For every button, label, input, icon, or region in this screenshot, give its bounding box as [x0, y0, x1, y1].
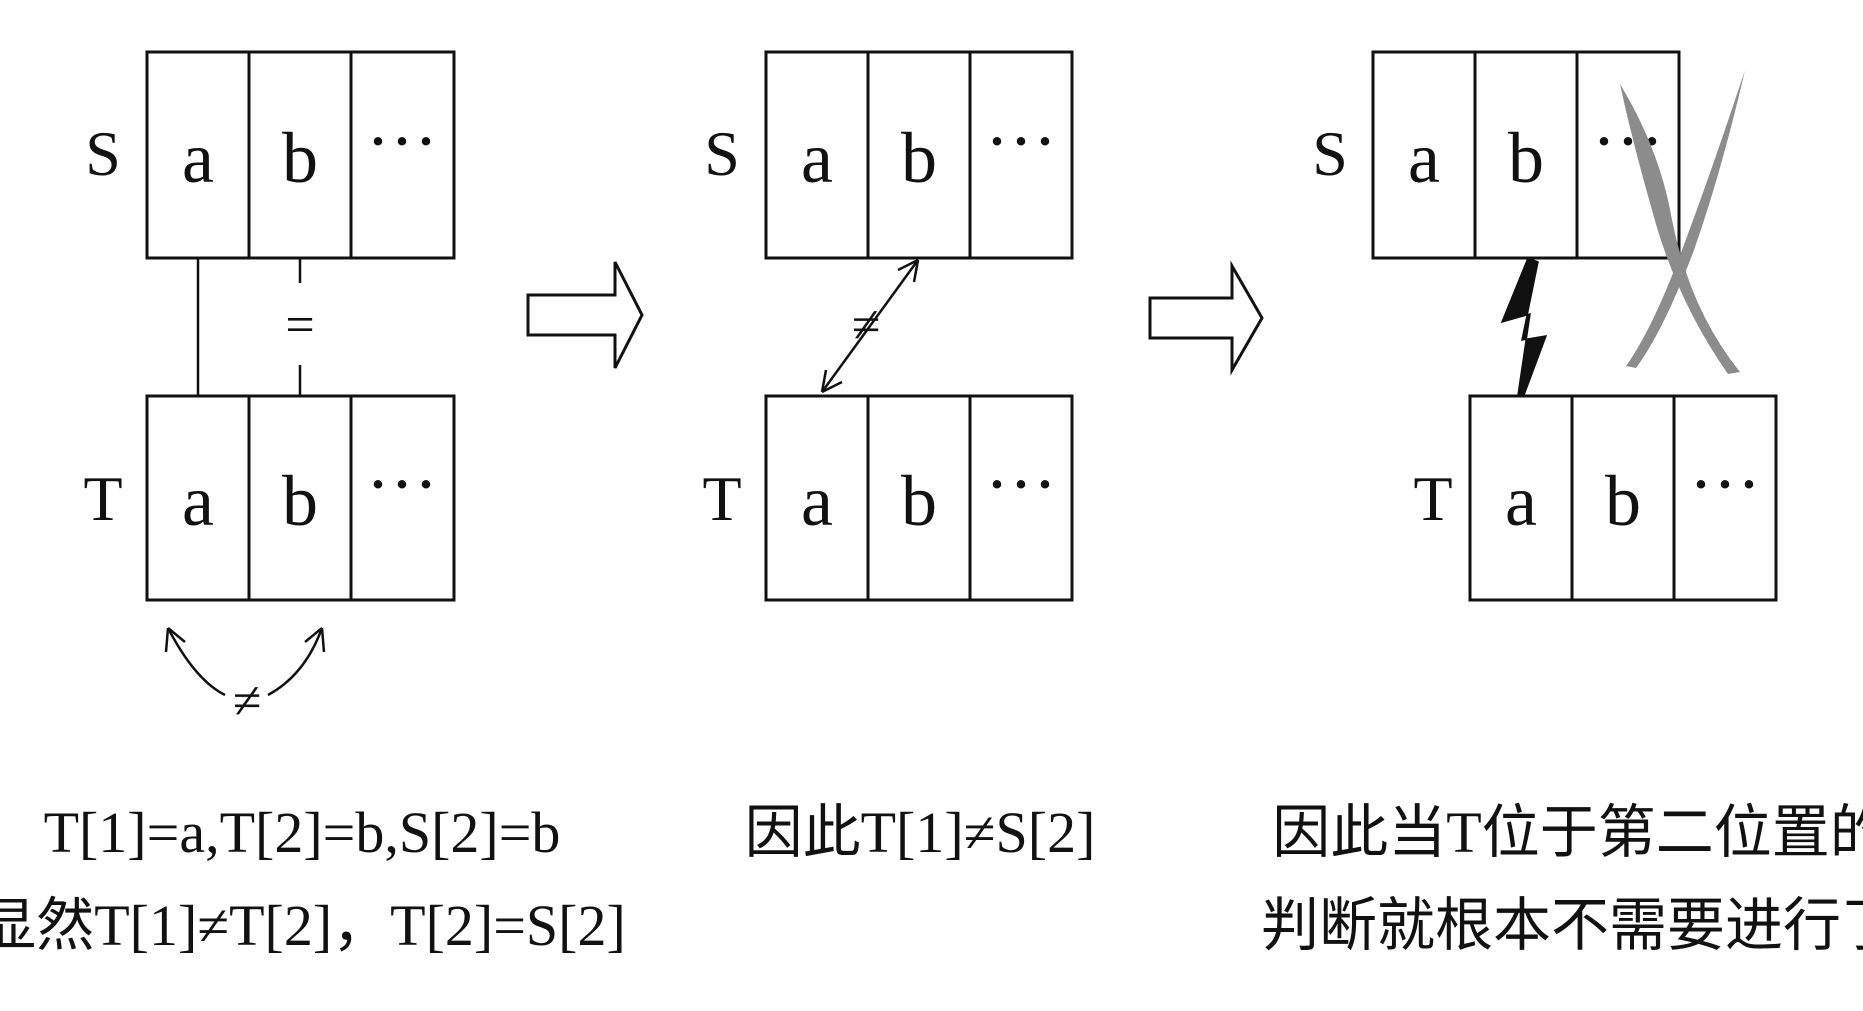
- t-row-label: T: [702, 463, 741, 534]
- s-string-boxes: a b ···: [145, 50, 456, 260]
- t-cell-2-text: b: [1605, 461, 1641, 541]
- s-cell-1-text: a: [1408, 118, 1440, 198]
- s-cell-3-text: ···: [985, 101, 1057, 181]
- panel-1: S T a b ··· a b ··· = ≠ T[1]=a,T[2]=b,S[…: [0, 50, 626, 958]
- caption-line-1: 因此当T位于第二位置的: [1272, 800, 1863, 865]
- s-row-label: S: [85, 118, 121, 189]
- caption-line-1: T[1]=a,T[2]=b,S[2]=b: [44, 800, 561, 865]
- t-string-boxes: a b ···: [1468, 394, 1778, 602]
- caption-line-2: 显然T[1]≠T[2]，T[2]=S[2]: [0, 893, 626, 958]
- next-step-arrow-2: [1148, 260, 1264, 376]
- s-string-boxes: a b ···: [764, 50, 1074, 260]
- t-cell-2-text: b: [282, 461, 318, 541]
- s-cell-3-text: ···: [366, 101, 438, 181]
- t-cell-1-text: a: [1505, 461, 1537, 541]
- s-row-label: S: [704, 118, 740, 189]
- s-row-label: S: [1312, 118, 1348, 189]
- t-cell-2-text: b: [901, 461, 937, 541]
- t-cell-1-text: a: [801, 461, 833, 541]
- neq-sign: ≠: [233, 673, 262, 730]
- t-string-boxes: a b ···: [145, 394, 456, 602]
- t-row-label: T: [1413, 463, 1452, 534]
- kmp-diagram: S T a b ··· a b ··· = ≠ T[1]=a,T[2]=b,S[…: [0, 50, 1863, 958]
- t-cell-3-text: ···: [1689, 444, 1761, 524]
- lightning-bolt-icon: [1500, 257, 1548, 396]
- s-cell-2-text: b: [1508, 118, 1544, 198]
- equal-sign: =: [285, 297, 314, 354]
- neq-sign: ≠: [852, 297, 881, 354]
- panel-3: S T a b ··· a b ··· 因此当T位于第二位置的 判断就根本不需要…: [1261, 50, 1863, 958]
- t-cell-1-text: a: [182, 461, 214, 541]
- panel-2: S T a b ··· a b ··· ≠ 因此T[1]≠S[2]: [702, 50, 1096, 865]
- neq-curve-right: [267, 627, 324, 697]
- caption-line-2: 判断就根本不需要进行了: [1261, 893, 1863, 958]
- s-cell-1-text: a: [182, 118, 214, 198]
- t-cell-3-text: ···: [985, 444, 1057, 524]
- t-row-label: T: [83, 463, 122, 534]
- s-cell-1-text: a: [801, 118, 833, 198]
- t-string-boxes: a b ···: [764, 394, 1074, 602]
- neq-arrowhead-right: [304, 627, 326, 653]
- next-step-arrow-1: [526, 261, 644, 369]
- s-cell-2-text: b: [282, 118, 318, 198]
- caption-line-1: 因此T[1]≠S[2]: [745, 800, 1096, 865]
- neq-curve-left: [166, 627, 226, 697]
- s-cell-2-text: b: [901, 118, 937, 198]
- t-cell-3-text: ···: [366, 444, 438, 524]
- s-string-boxes: a b ···: [1371, 50, 1681, 260]
